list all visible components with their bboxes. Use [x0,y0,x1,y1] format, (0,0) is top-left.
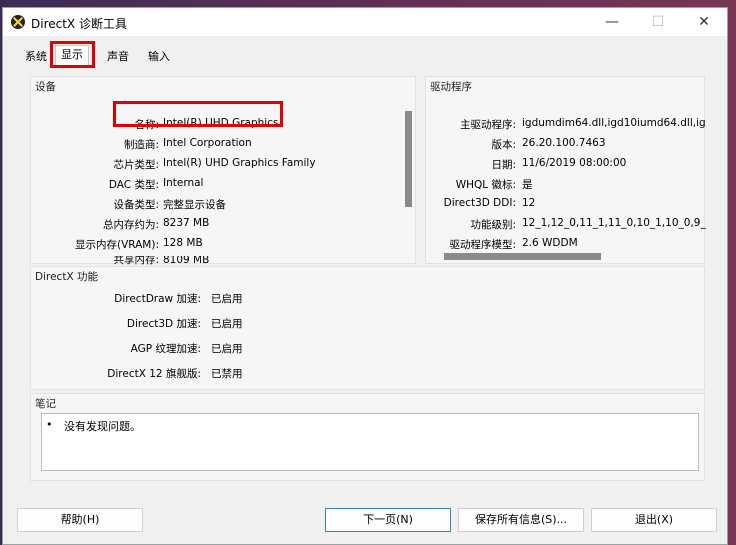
driver-label: 版本: [491,139,516,151]
device-label: DAC 类型: [108,179,159,191]
device-value: 完整显示设备 [163,199,226,211]
device-group-title: 设备 [35,81,56,93]
device-value: 8109 MB [163,256,210,265]
driver-label: Direct3D DDI: [443,197,516,209]
driver-value: 11/6/2019 08:00:00 [522,157,627,169]
feature-value: 已启用 [211,318,243,330]
tab-system[interactable]: 系统 [19,47,53,67]
driver-label: 驱动程序模型: [449,239,516,249]
device-value: Intel Corporation [163,137,252,149]
directx-icon [11,15,25,29]
tab-sound[interactable]: 声音 [101,47,135,67]
device-value: Intel(R) UHD Graphics Family [163,157,316,169]
feature-label: DirectDraw 加速: [114,293,201,305]
name-highlight-box [113,101,283,127]
driver-label: 日期: [491,159,516,171]
driver-content: 主驱动程序: igdumdim64.dll,igd10iumd64.dll,ig… [426,77,706,249]
window-title: DirectX 诊断工具 [31,17,127,31]
features-group: DirectX 功能 DirectDraw 加速: 已启用 Direct3D 加… [30,266,705,390]
exit-button[interactable]: 退出(X) [591,508,717,532]
bullet-icon: • [46,418,53,431]
device-label: 共享内存: [113,256,159,265]
driver-label: WHQL 徽标: [455,179,516,191]
driver-label: 主驱动程序: [459,119,516,131]
tab-input[interactable]: 输入 [142,47,176,67]
driver-group: 驱动程序 主驱动程序: igdumdim64.dll,igd10iumd64.d… [425,76,706,264]
device-value: Internal [163,177,204,189]
feature-label: AGP 纹理加速: [130,343,201,355]
note-item: 没有发现问题。 [64,420,141,433]
notes-group: 笔记 • 没有发现问题。 [30,393,705,481]
minimize-button[interactable]: — [589,8,635,36]
help-button[interactable]: 帮助(H) [17,508,143,532]
driver-horizontal-scrollbar[interactable] [444,253,601,260]
notes-box[interactable]: • 没有发现问题。 [41,413,699,471]
device-label: 总内存约为: [102,219,159,231]
tab-highlight-box [50,41,95,68]
device-label: 显示内存(VRAM): [74,239,159,251]
device-label: 制造商: [123,139,159,151]
title-bar[interactable]: DirectX 诊断工具 — ☐ ✕ [3,8,727,36]
close-button[interactable]: ✕ [681,8,727,36]
feature-value: 已启用 [211,343,243,355]
features-group-title: DirectX 功能 [35,271,98,283]
notes-group-title: 笔记 [35,398,56,410]
maximize-button[interactable]: ☐ [635,8,681,36]
driver-value: 是 [522,179,533,191]
feature-value: 已启用 [211,293,243,305]
dxdiag-window: DirectX 诊断工具 — ☐ ✕ 系统 显示 声音 输入 设备 名称: In… [2,7,728,545]
feature-label: DirectX 12 旗舰版: [107,368,201,380]
feature-label: Direct3D 加速: [126,318,201,330]
driver-value: igdumdim64.dll,igd10iumd64.dll,igd10 [522,117,706,129]
device-vertical-scrollbar[interactable] [405,111,412,207]
device-label: 设备类型: [113,199,159,211]
device-label: 芯片类型: [113,159,159,171]
feature-value: 已禁用 [211,368,243,380]
next-page-button[interactable]: 下一页(N) [325,508,451,532]
driver-value: 12_1,12_0,11_1,11_0,10_1,10_0,9_3,9_2 [522,217,706,229]
save-all-info-button[interactable]: 保存所有信息(S)... [458,508,584,532]
device-value: 8237 MB [163,217,210,229]
driver-value: 12 [522,197,536,209]
driver-value: 26.20.100.7463 [522,137,606,149]
driver-value: 2.6 WDDM [522,237,578,249]
driver-label: 功能级别: [470,219,516,231]
device-value: 128 MB [163,237,203,249]
